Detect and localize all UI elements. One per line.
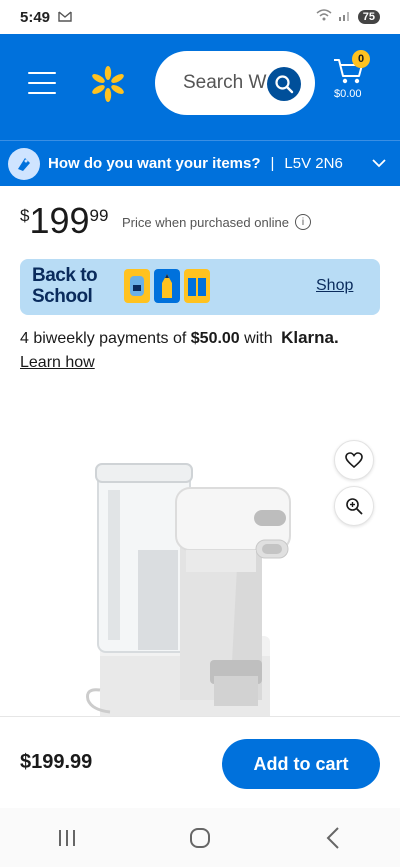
hamburger-menu-icon[interactable] — [28, 72, 56, 94]
wifi-icon — [316, 8, 332, 26]
system-navigation-bar — [0, 808, 400, 867]
chevron-down-icon — [372, 155, 386, 173]
backpack-icon — [124, 269, 150, 303]
home-button[interactable] — [170, 818, 230, 858]
search-button[interactable] — [267, 67, 301, 101]
banner-title: Back to School — [32, 265, 98, 307]
heart-icon — [345, 452, 363, 468]
klarna-prefix: 4 biweekly payments of — [20, 330, 187, 347]
price-currency: $ — [20, 206, 30, 225]
banner-shop-link[interactable]: Shop — [316, 277, 353, 295]
status-indicators: 75 — [316, 8, 380, 26]
delivery-options-icon — [8, 147, 40, 180]
klarna-logo: Klarna. — [281, 328, 339, 347]
product-image[interactable] — [0, 400, 400, 716]
price-whole: 199 — [29, 200, 90, 241]
klarna-with: with — [244, 330, 273, 347]
recent-apps-button[interactable] — [37, 818, 97, 858]
walmart-spark-logo[interactable] — [88, 64, 128, 104]
sticky-price: $199.99 — [20, 751, 93, 773]
search-input[interactable] — [183, 51, 273, 115]
search-icon — [275, 75, 294, 94]
search-box[interactable] — [155, 51, 315, 115]
delivery-separator: | — [270, 155, 275, 172]
zoom-in-icon — [346, 498, 363, 515]
purchase-bar: $199.99 Add to cart — [0, 716, 400, 808]
status-time: 5:49 — [20, 8, 51, 26]
cart-total: $0.00 — [334, 88, 362, 100]
klarna-payment-info: 4 biweekly payments of $50.00 with Klarn… — [20, 328, 339, 348]
school-supplies-illustration — [124, 269, 210, 303]
app-header: 0 $0.00 — [0, 34, 400, 140]
price-note-text: Price when purchased online — [122, 214, 289, 230]
zoom-button[interactable] — [334, 486, 374, 526]
price-cents: 99 — [89, 206, 109, 225]
price-note: Price when purchased online i — [122, 214, 311, 230]
back-icon — [326, 826, 340, 849]
gmail-icon — [58, 10, 72, 25]
learn-how-link[interactable]: Learn how — [20, 354, 95, 372]
favorite-button[interactable] — [334, 440, 374, 480]
book-icon — [184, 269, 210, 303]
cart-button[interactable]: 0 $0.00 — [330, 50, 386, 110]
back-button[interactable] — [303, 818, 363, 858]
postal-code: L5V 2N6 — [284, 155, 343, 172]
add-to-cart-button[interactable]: Add to cart — [222, 739, 380, 789]
cart-count-badge: 0 — [352, 50, 370, 68]
recent-apps-icon — [58, 829, 75, 846]
battery-level: 75 — [357, 10, 380, 24]
delivery-question: How do you want your items? — [48, 155, 261, 172]
status-bar: 5:49 75 — [0, 0, 400, 34]
pencil-icon — [154, 269, 180, 303]
home-icon — [189, 827, 210, 848]
signal-icon — [338, 8, 352, 26]
info-icon[interactable]: i — [294, 214, 311, 230]
delivery-options-bar[interactable]: How do you want your items? | L5V 2N6 — [0, 140, 400, 186]
back-to-school-banner[interactable]: Back to School Shop — [20, 259, 380, 315]
product-price: $ 199 99 — [20, 202, 108, 240]
klarna-amount: $50.00 — [190, 330, 240, 347]
